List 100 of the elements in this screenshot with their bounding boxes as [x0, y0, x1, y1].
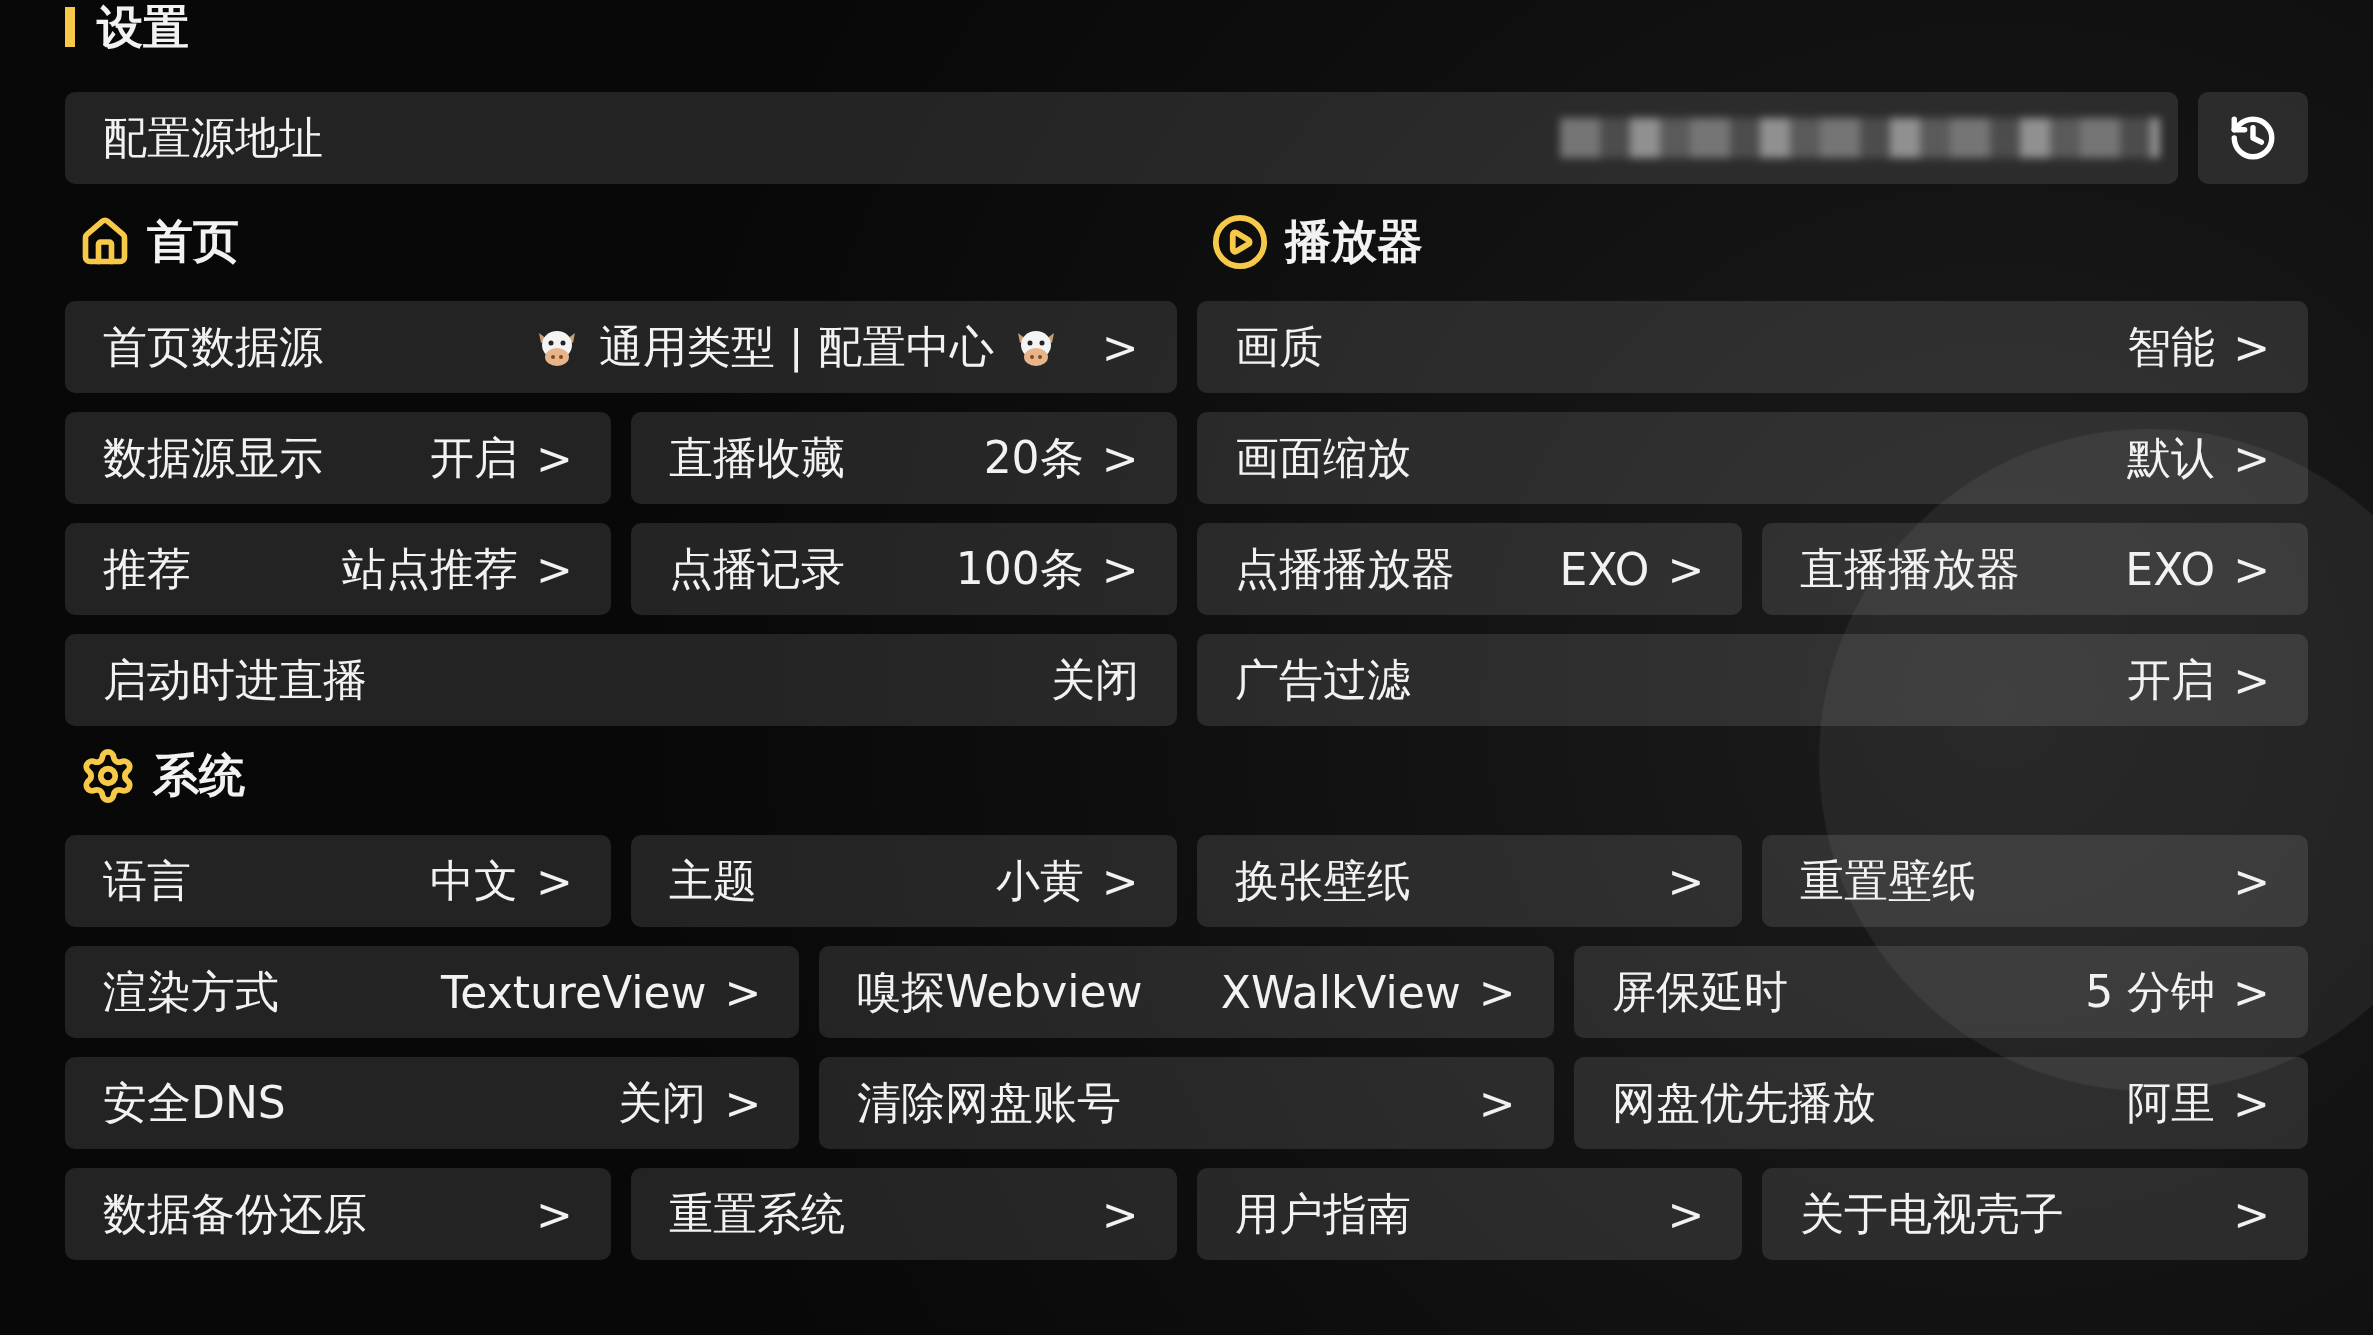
setting-item[interactable]: 直播收藏 20条 >	[630, 412, 1177, 504]
setting-item[interactable]: 安全DNS 关闭 >	[65, 1057, 800, 1149]
setting-label: 画面缩放	[1234, 430, 1411, 485]
setting-item[interactable]: 直播播放器 EXO >	[1762, 523, 2308, 615]
setting-item[interactable]: 重置系统 >	[630, 1168, 1177, 1260]
setting-value: 20条	[983, 430, 1084, 485]
setting-item[interactable]: 用户指南 >	[1196, 1168, 1743, 1260]
setting-label: 清除网盘账号	[857, 1075, 1122, 1130]
chevron-text: >	[535, 432, 573, 484]
chevron-text: >	[535, 543, 573, 595]
setting-value: 开启	[429, 430, 518, 485]
setting-item[interactable]: 推荐 站点推荐 >	[65, 523, 611, 615]
setting-label: 点播播放器	[1234, 541, 1455, 596]
play-icon	[1210, 213, 1269, 271]
setting-item[interactable]: 画质 智能 >	[1196, 301, 2308, 393]
setting-value: XWalkView	[1220, 966, 1461, 1018]
chevron-text: >	[1667, 543, 1705, 595]
chevron-text: >	[2233, 543, 2270, 595]
setting-item[interactable]: 点播记录 100条 >	[630, 523, 1177, 615]
setting-label: 安全DNS	[103, 1075, 286, 1130]
setting-label: 点播记录	[668, 541, 845, 596]
setting-item[interactable]: 渲染方式 TextureView >	[65, 946, 800, 1038]
chevron-text: >	[2233, 855, 2270, 907]
setting-label: 首页数据源	[103, 319, 323, 374]
setting-value: 100条	[955, 541, 1084, 596]
setting-item[interactable]: 广告过滤 开启 >	[1196, 634, 2308, 726]
setting-label: 广告过滤	[1234, 652, 1411, 707]
chevron-text: >	[1667, 1188, 1705, 1240]
setting-item[interactable]: 数据备份还原 >	[65, 1168, 611, 1260]
setting-value: 通用类型 | 配置中心	[598, 319, 994, 375]
chevron-text: >	[2233, 966, 2270, 1018]
chevron-text: >	[1478, 966, 1516, 1018]
setting-label: 直播播放器	[1800, 541, 2021, 596]
setting-label: 关于电视壳子	[1800, 1186, 2065, 1241]
setting-item[interactable]: 清除网盘账号 >	[819, 1057, 1554, 1149]
setting-value: EXO	[1559, 543, 1650, 595]
setting-label: 嗅探Webview	[857, 964, 1143, 1019]
chevron-text: >	[535, 1188, 573, 1240]
chevron-text: >	[2233, 1077, 2270, 1129]
setting-label: 数据源显示	[103, 430, 323, 485]
chevron-text: >	[1667, 855, 1705, 907]
setting-value: 阿里	[2127, 1075, 2216, 1130]
setting-value: 关闭	[618, 1075, 707, 1130]
setting-label: 语言	[103, 853, 191, 908]
history-button[interactable]	[2198, 92, 2308, 184]
chevron-text: >	[1101, 1188, 1139, 1240]
setting-item[interactable]: 嗅探Webview XWalkView >	[819, 946, 1554, 1038]
setting-item[interactable]: 网盘优先播放 阿里 >	[1573, 1057, 2308, 1149]
config-source-label: 配置源地址	[103, 110, 323, 165]
setting-value: 开启	[2127, 652, 2216, 707]
setting-label: 网盘优先播放	[1611, 1075, 1876, 1130]
chevron-text: >	[724, 1077, 762, 1129]
chevron-text: >	[1478, 1077, 1516, 1129]
setting-value: 5 分钟	[2085, 964, 2216, 1019]
section-title: 首页	[147, 213, 239, 270]
chevron-text: >	[2233, 1188, 2270, 1240]
setting-item[interactable]: 重置壁纸 >	[1762, 835, 2308, 927]
page-title: 设置	[97, 2, 189, 52]
setting-item[interactable]: 启动时进直播 关闭	[65, 634, 1177, 726]
chevron-text: >	[724, 966, 762, 1018]
setting-value: 智能	[2127, 319, 2216, 374]
setting-label: 推荐	[103, 541, 191, 596]
setting-value: EXO	[2125, 543, 2216, 595]
title-accent-bar	[65, 7, 75, 47]
chevron-text: >	[2233, 654, 2270, 706]
setting-label: 用户指南	[1234, 1186, 1411, 1241]
setting-label: 主题	[668, 853, 757, 908]
setting-value: 关闭	[1050, 652, 1139, 707]
chevron-text: >	[1101, 321, 1139, 373]
setting-value: 站点推荐	[341, 541, 518, 596]
setting-item[interactable]: 关于电视壳子 >	[1762, 1168, 2308, 1260]
setting-value: 小黄	[995, 853, 1084, 908]
setting-value: TextureView	[440, 966, 707, 1018]
chevron-text: >	[1101, 432, 1139, 484]
setting-label: 画质	[1234, 319, 1323, 374]
setting-label: 换张壁纸	[1234, 853, 1411, 908]
chevron-text: >	[1101, 855, 1139, 907]
setting-label: 数据备份还原	[103, 1186, 367, 1241]
config-source-field[interactable]: 配置源地址	[65, 92, 2178, 184]
chevron-text: >	[2233, 432, 2270, 484]
setting-label: 屏保延时	[1611, 964, 1788, 1019]
setting-label: 渲染方式	[103, 964, 279, 1019]
setting-value: 中文	[429, 853, 518, 908]
chevron-text: >	[1101, 543, 1139, 595]
setting-label: 直播收藏	[668, 430, 845, 485]
section-title: 系统	[153, 747, 245, 804]
chevron-text: >	[2233, 321, 2270, 373]
setting-item[interactable]: 主题 小黄 >	[630, 835, 1177, 927]
setting-item[interactable]: 数据源显示 开启 >	[65, 412, 611, 504]
setting-value: 默认	[2127, 430, 2216, 485]
setting-item[interactable]: 屏保延时 5 分钟 >	[1573, 946, 2308, 1038]
setting-label: 重置系统	[668, 1186, 845, 1241]
setting-label: 启动时进直播	[103, 652, 367, 707]
setting-item[interactable]: 换张壁纸 >	[1196, 835, 1743, 927]
setting-item[interactable]: 点播播放器 EXO >	[1196, 523, 1743, 615]
section-title: 播放器	[1284, 213, 1423, 270]
chevron-text: >	[535, 855, 573, 907]
setting-item[interactable]: 首页数据源 通用类型 | 配置中心 >	[65, 301, 1177, 393]
setting-item[interactable]: 画面缩放 默认 >	[1196, 412, 2308, 504]
setting-item[interactable]: 语言 中文 >	[65, 835, 611, 927]
